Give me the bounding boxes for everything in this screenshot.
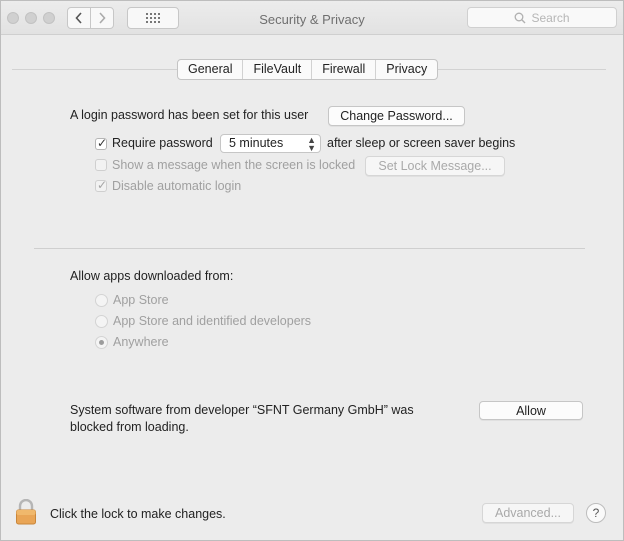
tab-privacy[interactable]: Privacy xyxy=(376,60,437,79)
login-password-text: A login password has been set for this u… xyxy=(70,108,309,122)
section-divider xyxy=(34,248,585,249)
blocked-message-line1: System software from developer “SFNT Ger… xyxy=(70,403,414,417)
radio-identified-developers[interactable] xyxy=(95,315,108,328)
radio-selected-dot xyxy=(99,340,104,345)
allow-apps-heading: Allow apps downloaded from: xyxy=(70,269,234,283)
search-placeholder: Search xyxy=(531,10,570,25)
help-button[interactable]: ? xyxy=(586,503,606,523)
advanced-button[interactable]: Advanced... xyxy=(482,503,574,523)
lock-text: Click the lock to make changes. xyxy=(50,507,226,521)
security-privacy-window: Security & Privacy Search General FileVa… xyxy=(0,0,624,541)
radio-anywhere-label: Anywhere xyxy=(113,335,169,349)
show-message-checkbox[interactable] xyxy=(95,159,107,171)
show-message-label: Show a message when the screen is locked xyxy=(112,158,356,172)
search-field[interactable]: Search xyxy=(467,7,617,28)
radio-app-store[interactable] xyxy=(95,294,108,307)
radio-app-store-label: App Store xyxy=(113,293,169,307)
title-bar: Security & Privacy Search xyxy=(1,1,623,35)
after-sleep-text: after sleep or screen saver begins xyxy=(327,136,516,150)
require-password-delay-select[interactable]: 5 minutes ▲ ▼ xyxy=(220,134,321,153)
disable-auto-login-label: Disable automatic login xyxy=(112,179,242,193)
checkmark-icon: ✓ xyxy=(97,136,108,150)
allow-button[interactable]: Allow xyxy=(479,401,583,420)
require-password-label: Require password xyxy=(112,136,213,150)
delay-value: 5 minutes xyxy=(229,136,284,150)
set-lock-message-button[interactable]: Set Lock Message... xyxy=(365,156,505,176)
tab-firewall[interactable]: Firewall xyxy=(312,60,377,79)
radio-anywhere[interactable] xyxy=(95,336,108,349)
tab-general[interactable]: General xyxy=(178,60,244,79)
disable-auto-login-checkbox[interactable]: ✓ xyxy=(95,178,108,192)
blocked-message-line2: blocked from loading. xyxy=(70,420,189,434)
require-password-checkbox[interactable]: ✓ xyxy=(95,136,108,150)
radio-identified-developers-label: App Store and identified developers xyxy=(113,314,312,328)
search-icon xyxy=(515,12,526,23)
tab-bar: General FileVault Firewall Privacy xyxy=(177,59,439,80)
updown-arrows-icon: ▲ ▼ xyxy=(307,135,316,153)
tab-filevault[interactable]: FileVault xyxy=(243,60,313,79)
change-password-button[interactable]: Change Password... xyxy=(328,106,465,126)
lock-icon[interactable] xyxy=(15,499,37,525)
checkmark-icon: ✓ xyxy=(97,178,108,192)
